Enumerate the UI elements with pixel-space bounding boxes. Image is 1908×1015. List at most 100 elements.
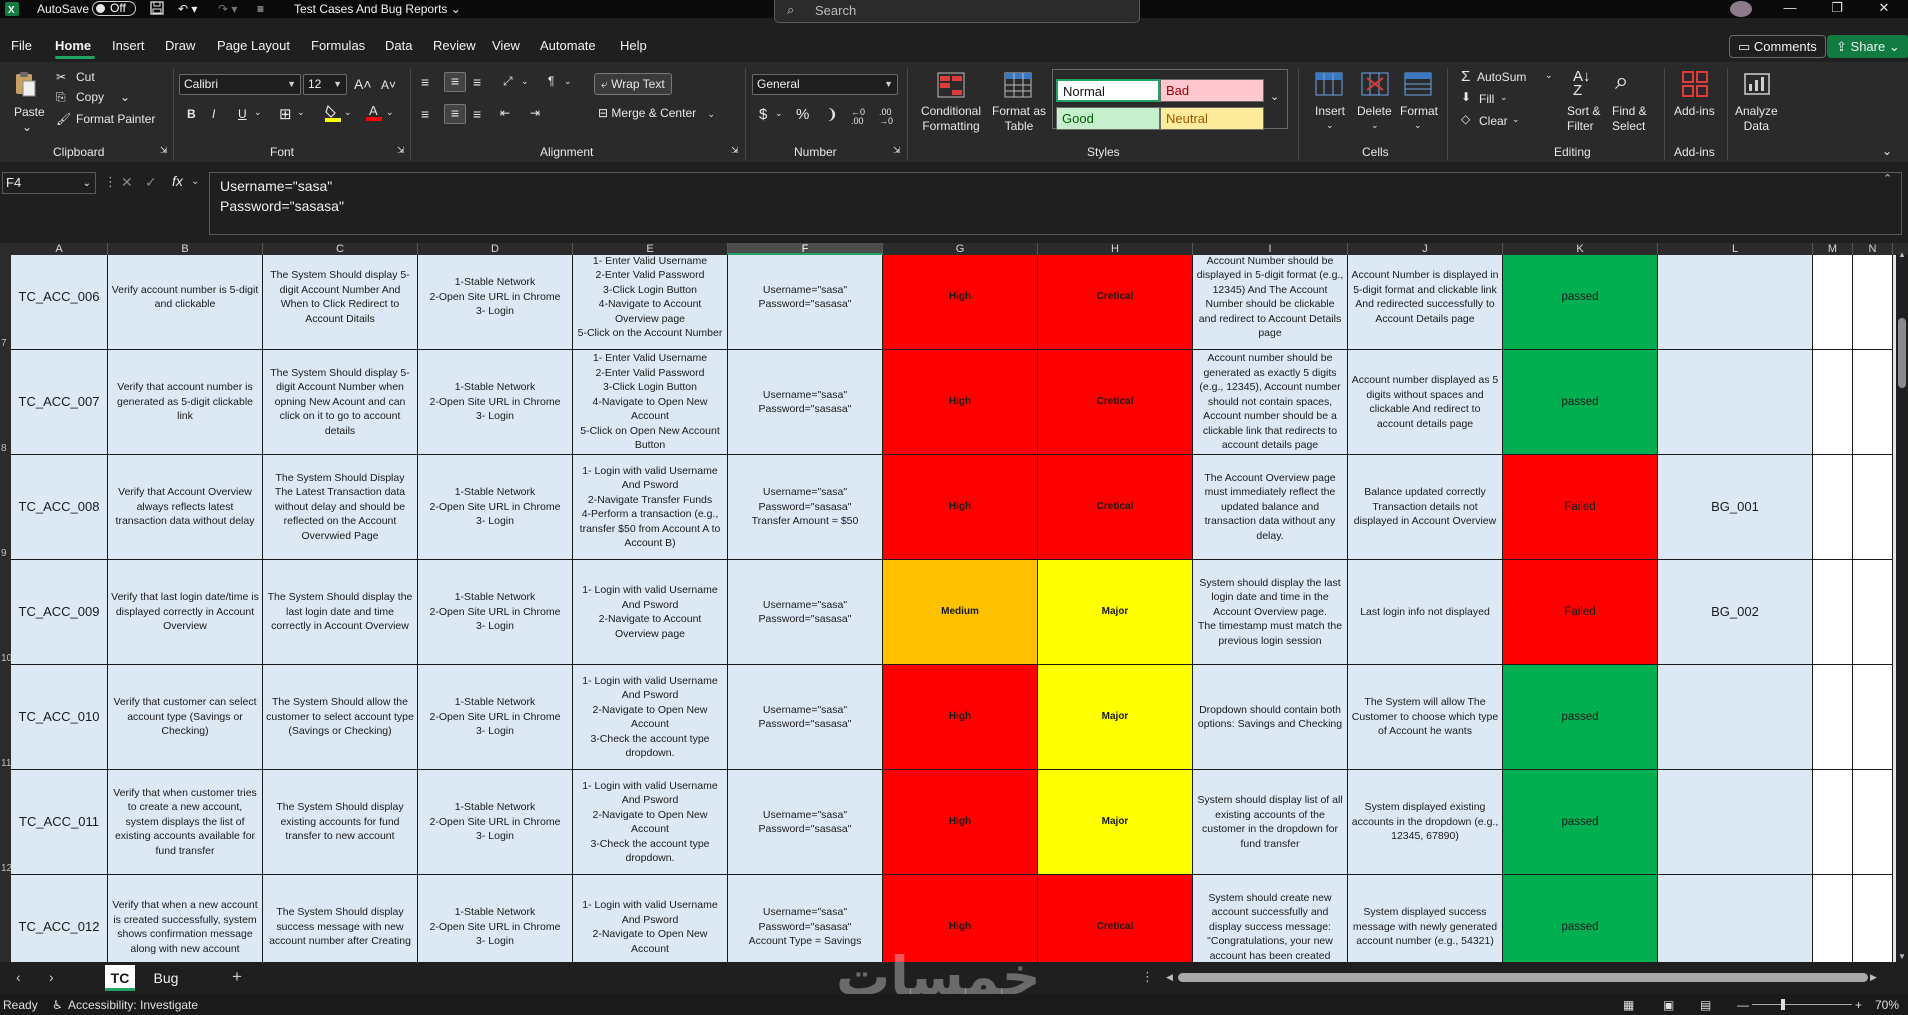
cell-id[interactable]: TC_ACC_006 [11, 255, 108, 350]
cell-priority[interactable]: High [883, 770, 1038, 875]
cell-desc[interactable]: The System Should display 5-digit Accoun… [263, 255, 418, 350]
next-sheet-icon[interactable]: › [49, 969, 54, 985]
wrap-text-button[interactable]: ⤶ Wrap Text [594, 73, 672, 95]
cell-desc[interactable]: The System Should Display The Latest Tra… [263, 455, 418, 560]
cancel-entry-icon[interactable]: ✕ [121, 174, 133, 191]
cell-steps[interactable]: 1- Login with valid Username And Psword … [573, 560, 728, 665]
cell-empty[interactable] [1813, 255, 1853, 350]
fill-color-icon[interactable] [325, 104, 341, 125]
cell-empty[interactable] [1813, 770, 1853, 875]
avatar[interactable] [1730, 1, 1752, 17]
column-header[interactable]: K [1503, 243, 1658, 255]
column-header[interactable]: N [1853, 243, 1893, 255]
conditional-formatting-icon[interactable] [937, 72, 965, 100]
row-number[interactable]: 11 [0, 758, 11, 769]
delete-cells-icon[interactable] [1361, 72, 1389, 99]
cell-severity[interactable]: Cretical [1038, 455, 1193, 560]
spreadsheet-grid[interactable]: TC_ACC_006 Verify account number is 5-dig… [11, 255, 1896, 962]
format-as-table-icon[interactable] [1004, 72, 1032, 100]
clear-label[interactable]: Clear [1479, 114, 1508, 128]
currency-icon[interactable]: $ [759, 106, 767, 123]
cell-data[interactable]: Username="sasa" Password="sasasa" [728, 665, 883, 770]
cell-empty[interactable] [1813, 350, 1853, 455]
zoom-level[interactable]: 70% [1875, 998, 1899, 1012]
addins-label[interactable]: Add-ins [1674, 104, 1715, 118]
cell-status[interactable]: passed [1503, 665, 1658, 770]
cell-bug[interactable] [1658, 350, 1813, 455]
tab-formulas[interactable]: Formulas [311, 38, 365, 53]
insert-dropdown-icon[interactable]: ⌄ [1326, 120, 1334, 131]
format-cells-label[interactable]: Format [1400, 104, 1438, 118]
cell-steps[interactable]: 1- Login with valid Username And Psword … [573, 665, 728, 770]
autosave-toggle[interactable]: Off [92, 1, 136, 16]
borders-icon[interactable]: ⊞ [279, 105, 292, 123]
fill-icon[interactable]: ⬇ [1461, 90, 1471, 104]
row-number[interactable]: 12 [0, 863, 12, 874]
cell-title[interactable]: Verify that Account Overview always refl… [108, 455, 263, 560]
collapse-formula-icon[interactable]: ⌃ [1883, 172, 1892, 185]
autosum-label[interactable]: AutoSum [1477, 70, 1526, 84]
cell-actual[interactable]: System displayed existing accounts in th… [1348, 770, 1503, 875]
formula-input[interactable]: Username="sasa" Password="sasasa" [209, 172, 1902, 235]
percent-icon[interactable]: % [796, 106, 809, 123]
cell-actual[interactable]: Balance updated correctly Transaction de… [1348, 455, 1503, 560]
tab-automate[interactable]: Automate [540, 38, 596, 53]
row-number[interactable]: 7 [0, 338, 11, 349]
cell-pre[interactable]: 1-Stable Network 2-Open Site URL in Chro… [418, 255, 573, 350]
cell-priority[interactable]: High [883, 455, 1038, 560]
column-header[interactable]: A [11, 243, 108, 255]
cell-empty[interactable] [1813, 560, 1853, 665]
style-bad[interactable]: Bad [1160, 79, 1264, 102]
accessibility-icon[interactable]: ♿ [52, 998, 63, 1012]
addins-icon[interactable] [1681, 70, 1709, 101]
number-format-select[interactable]: General ▼ [752, 74, 898, 95]
cell-severity[interactable]: Cretical [1038, 875, 1193, 962]
excel-logo-icon[interactable]: X [4, 1, 20, 17]
save-icon[interactable] [150, 1, 164, 17]
text-direction-dropdown-icon[interactable]: ⌄ [564, 76, 572, 87]
insert-function-icon[interactable]: fx [172, 173, 183, 189]
cell-steps[interactable]: 1- Login with valid Username And Psword … [573, 875, 728, 962]
conditional-formatting-label[interactable]: Conditional Formatting [918, 104, 984, 134]
cell-steps[interactable]: 1- Enter Valid Username 2-Enter Valid Pa… [573, 255, 728, 350]
cell-data[interactable]: Username="sasa" Password="sasasa" [728, 350, 883, 455]
cell-priority[interactable]: Medium [883, 560, 1038, 665]
cell-empty[interactable] [1853, 350, 1893, 455]
more-icon[interactable]: ⋮ [1141, 969, 1154, 985]
cell-id[interactable]: TC_ACC_010 [11, 665, 108, 770]
column-header[interactable]: F [728, 243, 883, 255]
restore-icon[interactable]: ❐ [1817, 0, 1857, 18]
scroll-down-icon[interactable]: ▼ [1898, 952, 1906, 961]
analyze-data-icon[interactable] [1743, 70, 1771, 101]
font-family-select[interactable]: Calibri ▼ [179, 74, 301, 95]
increase-decimal-icon[interactable]: ←0.00 [851, 108, 865, 126]
clipboard-launcher-icon[interactable]: ⇲ [160, 145, 168, 156]
format-as-table-label[interactable]: Format as Table [988, 104, 1050, 134]
cell-desc[interactable]: The System Should display 5-digit Accoun… [263, 350, 418, 455]
column-header[interactable]: M [1813, 243, 1853, 255]
orientation-dropdown-icon[interactable]: ⌄ [521, 76, 529, 87]
accessibility-status[interactable]: Accessibility: Investigate [68, 998, 198, 1012]
cell-empty[interactable] [1813, 665, 1853, 770]
cell-title[interactable]: Verify that when customer tries to creat… [108, 770, 263, 875]
cell-status[interactable]: passed [1503, 255, 1658, 350]
cell-actual[interactable]: Account Number is displayed in 5-digit f… [1348, 255, 1503, 350]
cell-pre[interactable]: 1-Stable Network 2-Open Site URL in Chro… [418, 455, 573, 560]
cell-status[interactable]: passed [1503, 350, 1658, 455]
format-painter-label[interactable]: Format Painter [76, 112, 155, 126]
tab-help[interactable]: Help [620, 38, 647, 53]
cell-bug[interactable]: BG_001 [1658, 455, 1813, 560]
font-launcher-icon[interactable]: ⇲ [397, 145, 405, 156]
cell-priority[interactable]: High [883, 255, 1038, 350]
cell-priority[interactable]: High [883, 350, 1038, 455]
column-header[interactable]: B [108, 243, 263, 255]
cell-empty[interactable] [1813, 455, 1853, 560]
number-launcher-icon[interactable]: ⇲ [893, 145, 901, 156]
cell-pre[interactable]: 1-Stable Network 2-Open Site URL in Chro… [418, 350, 573, 455]
align-left-icon[interactable]: ≡ [421, 106, 429, 122]
align-bottom-icon[interactable]: ≡ [473, 74, 481, 90]
sheet-tab-bug[interactable]: Bug [147, 965, 185, 991]
paste-icon[interactable] [13, 70, 37, 98]
zoom-in-icon[interactable]: + [1855, 998, 1862, 1012]
delete-dropdown-icon[interactable]: ⌄ [1371, 120, 1379, 131]
